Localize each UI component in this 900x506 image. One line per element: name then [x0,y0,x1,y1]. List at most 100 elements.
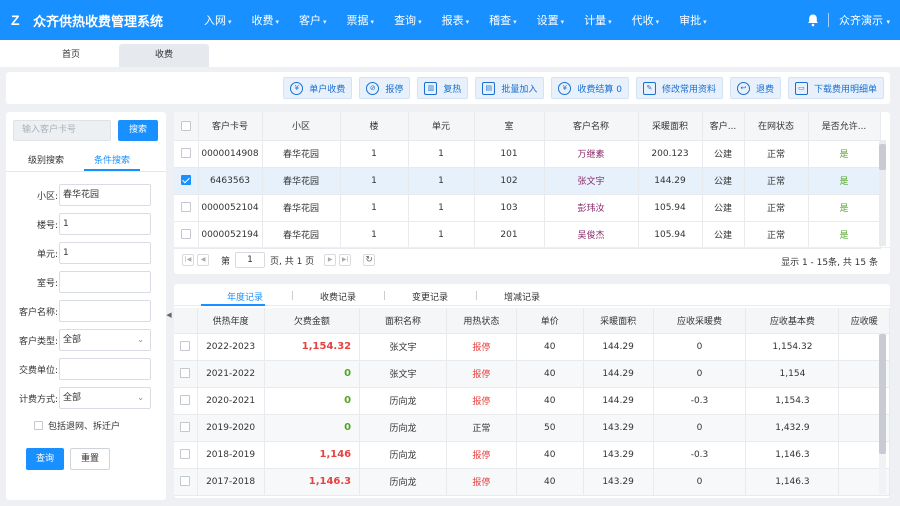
row-select-cell[interactable] [174,468,198,496]
user-menu[interactable]: 众齐演示 ▾ [839,12,890,28]
menu-item[interactable]: 客户 ▾ [299,12,327,28]
filter-input[interactable]: 春华花园 [59,184,151,206]
menu-item[interactable]: 查询 ▾ [394,12,422,28]
row-select-cell[interactable] [174,387,198,415]
toolbar-button[interactable]: ▤ 批量加入 [475,77,545,99]
row-select-cell[interactable] [174,360,198,388]
checkbox-box[interactable] [34,421,43,430]
toolbar-button[interactable]: ↩ 退费 [729,77,781,99]
table-row[interactable]: 2020-2021 0 历向龙 报停 40 144.29 -0.3 1,154.3 [174,387,890,415]
menu-item[interactable]: 审批 ▾ [679,12,707,28]
tab-annual-records[interactable]: 年度记录 [227,290,263,303]
select-all-header[interactable] [174,112,199,141]
cell-owed: 1,146.3 [264,468,361,496]
table-row[interactable]: 2019-2020 0 历向龙 正常 50 143.29 0 1,432.9 [174,414,890,442]
toolbar-button[interactable]: ¥ 收费结算 0 [551,77,629,99]
row-checkbox[interactable] [180,341,191,352]
row-select-cell[interactable] [174,221,199,249]
row-checkbox[interactable] [180,395,191,406]
row-checkbox[interactable] [180,175,191,186]
table-row[interactable]: 2018-2019 1,146 历向龙 报停 40 143.29 -0.3 1,146.3 [174,441,890,469]
select-all-checkbox[interactable] [180,120,191,131]
search-button[interactable]: 搜索 [118,120,158,141]
collapse-panel-icon[interactable]: ◀ [166,308,172,322]
tab-charge[interactable]: 收费 [119,44,209,67]
row-select-cell[interactable] [174,441,198,469]
menu-item[interactable]: 报表 ▾ [442,12,470,28]
toolbar-button-label: 复热 [443,84,462,95]
column-header: 采暖面积 [638,112,703,141]
cell-allow: 是 [808,221,881,249]
toolbar-button[interactable]: ✎ 修改常用资料 [635,77,723,99]
cell-area: 200.123 [638,140,703,168]
filter-select[interactable]: 全部 ⌄ [59,387,151,409]
table-row[interactable]: 0000052104 春华花园 1 1 103 彭玮汝 105.94 公建 正常是 [174,194,881,222]
filter-input[interactable] [59,358,151,380]
filter-input[interactable] [59,271,151,293]
row-select-cell[interactable] [174,167,199,195]
row-checkbox[interactable] [180,449,191,460]
card-number-input[interactable]: 输入客户卡号 [13,120,111,141]
page-input[interactable]: 1 [235,252,266,268]
scrollbar-thumb[interactable] [879,144,886,170]
pagination-info: 显示 1 - 15条, 共 15 条 [781,258,878,268]
records-table-scrollbar[interactable] [879,334,886,494]
filter-input[interactable]: 1 [59,242,151,264]
toolbar-button[interactable]: ⊘ 报停 [359,77,411,99]
menu-item[interactable]: 计量 ▾ [584,12,612,28]
tab-charge-records[interactable]: 收费记录 [320,290,356,303]
row-checkbox[interactable] [180,202,191,213]
tab-condition-search[interactable]: 条件搜索 [94,153,130,166]
cell-unit: 1 [408,140,475,168]
table-row[interactable]: 6463563 春华花园 1 1 102 张文宇 144.29 公建 正常是 [174,167,881,195]
table-row[interactable]: 2021-2022 0 张文宇 报停 40 144.29 0 1,154 [174,360,890,388]
refresh-icon[interactable]: ↻ [363,254,376,266]
prev-page-icon[interactable]: ◀ [197,254,209,266]
toolbar-button[interactable]: ▭ 下载费用明细单 [787,77,884,99]
table-row[interactable]: 0000052194 春华花园 1 1 201 吴俊杰 105.94 公建 正常是 [174,221,881,249]
records-table-wrap: 供热年度 欠费金额 面积名称 用热状态 单价 采暖面积 应收采暖费 应收基本费 应收暖 2022… [174,308,890,498]
cell-community: 春华花园 [262,221,341,249]
chevron-down-icon: ▾ [560,18,565,26]
bell-icon[interactable] [806,13,820,27]
table-row[interactable]: 0000014908 春华花园 1 1 101 万继素 200.123 公建 正常是 [174,140,881,168]
tab-level-search[interactable]: 级别搜索 [28,153,64,166]
filter-select[interactable]: 全部 ⌄ [59,329,151,351]
reset-button[interactable]: 重置 [70,448,110,470]
first-page-icon[interactable]: |◀ [182,254,194,266]
table-row[interactable]: 2022-2023 1,154.32 张文宇 报停 40 144.29 0 1,154.32 [174,333,890,361]
menu-item[interactable]: 票据 ▾ [347,12,375,28]
row-select-cell[interactable] [174,140,199,168]
next-page-icon[interactable]: ▶ [324,254,337,266]
toolbar-button[interactable]: ▥ 复热 [417,77,469,99]
tab-increase-decrease-records[interactable]: 增减记录 [504,290,540,303]
toolbar-button[interactable]: ¥ 单户收费 [283,77,353,99]
scrollbar-thumb[interactable] [879,334,886,454]
menu-item-label: 代收 [631,14,654,27]
filter-row: 楼号: 1 [6,213,166,235]
filter-input[interactable] [59,300,151,322]
tab-change-records[interactable]: 变更记录 [412,290,448,303]
cell-heating-fee: 0 [653,333,747,361]
row-select-cell[interactable] [174,333,198,361]
menu-item[interactable]: 代收 ▾ [632,12,660,28]
menu-item[interactable]: 收费 ▾ [252,12,280,28]
row-checkbox[interactable] [180,148,191,159]
table-row[interactable]: 2017-2018 1,146.3 历向龙 报停 40 143.29 0 1,146.3 [174,468,890,496]
row-select-cell[interactable] [174,194,199,222]
menu-item[interactable]: 入网 ▾ [204,12,232,28]
menu-item[interactable]: 稽查 ▾ [489,12,517,28]
chevron-down-icon: ⌄ [137,335,144,344]
row-checkbox[interactable] [180,368,191,379]
include-retired-checkbox[interactable]: 包括退网、拆迁户 [34,419,120,432]
tab-home[interactable]: 首页 [26,44,116,67]
query-button[interactable]: 查询 [26,448,64,470]
customer-table-scrollbar[interactable] [879,140,886,246]
menu-item[interactable]: 设置 ▾ [537,12,565,28]
row-select-cell[interactable] [174,414,198,442]
row-checkbox[interactable] [180,476,191,487]
row-checkbox[interactable] [180,229,191,240]
row-checkbox[interactable] [180,422,191,433]
last-page-icon[interactable]: ▶| [339,254,352,266]
filter-input[interactable]: 1 [59,213,151,235]
